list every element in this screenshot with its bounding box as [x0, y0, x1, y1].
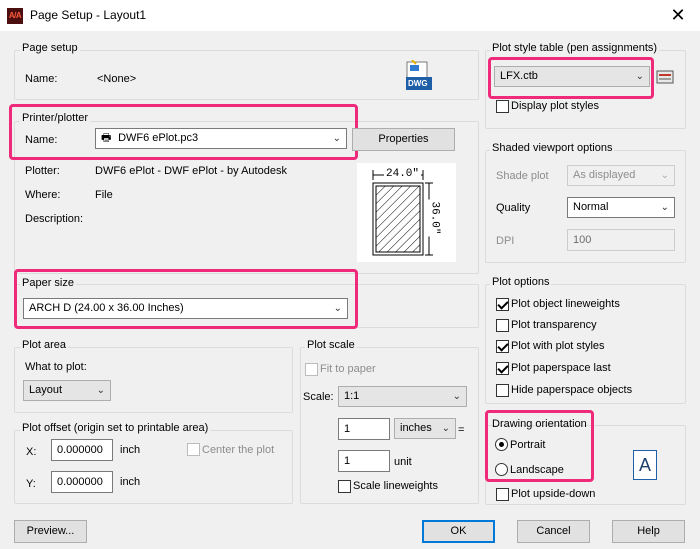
what-to-plot-value: Layout [29, 384, 63, 396]
printer-icon: 🖶 [101, 132, 112, 144]
chevron-down-icon: ⌄ [441, 423, 450, 434]
plot-style-value: LFX.ctb [500, 70, 538, 82]
landscape-label: Landscape [510, 464, 564, 476]
what-to-plot-dropdown[interactable]: Layout ⌄ [23, 380, 111, 401]
scale-label: Scale: [303, 391, 334, 403]
offset-x-input[interactable]: 0.000000 [51, 439, 113, 461]
paper-preview: 24.0″ 36.0″ [357, 163, 456, 262]
scale-unit-input[interactable]: 1 [338, 450, 390, 472]
scale-inches-input[interactable]: 1 [338, 418, 390, 440]
dpi-label: DPI [496, 235, 515, 247]
offset-x-label: X: [26, 446, 37, 458]
page-setup-name-value: <None> [97, 73, 137, 85]
drawing-orientation-label: Drawing orientation [492, 418, 587, 430]
paper-size-dropdown[interactable]: ARCH D (24.00 x 36.00 Inches) ⌄ [23, 298, 348, 319]
offset-x-unit: inch [120, 444, 141, 456]
printer-name-label: Name: [25, 134, 58, 146]
page-setup-name-label: Name: [25, 73, 58, 85]
shade-plot-label: Shade plot [496, 170, 549, 182]
preview-height-label: 36.0″ [428, 199, 441, 237]
chevron-down-icon: ⌄ [635, 71, 644, 82]
offset-y-label: Y: [26, 478, 36, 490]
what-to-plot-label: What to plot: [25, 361, 87, 373]
display-plot-styles-checkbox[interactable] [496, 100, 509, 113]
properties-button[interactable]: Properties [352, 128, 455, 151]
offset-y-unit: inch [120, 476, 141, 488]
plot-upside-down-label: Plot upside-down [511, 488, 596, 500]
fit-to-paper-label: Fit to paper [320, 363, 376, 375]
printer-name-dropdown[interactable]: 🖶 DWF6 ePlot.pc3 ⌄ [95, 128, 347, 149]
display-plot-styles-label: Display plot styles [511, 100, 600, 112]
hide-paperspace-objects-label: Hide paperspace objects [511, 384, 633, 396]
scale-unit-label: unit [394, 456, 412, 468]
plot-object-lineweights-checkbox[interactable] [496, 298, 509, 311]
autocad-app-icon: A/A [7, 8, 23, 24]
hide-paperspace-objects-checkbox[interactable] [496, 384, 509, 397]
plotter-value: DWF6 ePlot - DWF ePlot - by Autodesk [95, 165, 287, 177]
orientation-page-icon: A [633, 450, 657, 480]
description-label: Description: [25, 213, 84, 225]
title-bar: A/A Page Setup - Layout1 ✕ [0, 0, 700, 31]
plot-object-lineweights-label: Plot object lineweights [511, 298, 620, 310]
fit-to-paper-checkbox[interactable] [305, 363, 318, 376]
scale-value: 1:1 [344, 390, 360, 402]
window-title: Page Setup - Layout1 [30, 8, 147, 22]
plot-area-label: Plot area [20, 339, 69, 352]
dwg-file-icon: DWG [404, 59, 434, 92]
dwg-icon-text: DWG [408, 79, 428, 88]
quality-label: Quality [496, 202, 531, 214]
shaded-viewport-label: Shaded viewport options [490, 142, 615, 155]
chevron-down-icon: ⌄ [660, 202, 669, 213]
quality-value: Normal [573, 201, 609, 213]
shade-plot-dropdown[interactable]: As displayed ⌄ [567, 165, 675, 186]
plot-style-label: Plot style table (pen assignments) [490, 42, 660, 55]
landscape-radio[interactable] [495, 463, 508, 476]
plotter-label: Plotter: [25, 165, 60, 177]
plot-options-label: Plot options [490, 276, 552, 289]
plot-upside-down-checkbox[interactable] [496, 488, 509, 501]
chevron-down-icon: ⌄ [96, 385, 105, 396]
scale-dropdown[interactable]: 1:1 ⌄ [338, 386, 467, 407]
cancel-button[interactable]: Cancel [517, 520, 590, 543]
shade-plot-value: As displayed [573, 169, 636, 181]
plot-paperspace-last-checkbox[interactable] [496, 362, 509, 375]
chevron-down-icon: ⌄ [452, 391, 461, 402]
plot-with-plot-styles-checkbox[interactable] [496, 340, 509, 353]
edit-plot-style-icon[interactable] [655, 67, 675, 87]
portrait-label: Portrait [510, 439, 546, 451]
plot-scale-label: Plot scale [305, 339, 357, 352]
dpi-input[interactable]: 100 [567, 229, 675, 251]
printer-name-value: DWF6 ePlot.pc3 [118, 132, 199, 144]
plot-offset-label: Plot offset (origin set to printable are… [20, 422, 211, 435]
chevron-down-icon: ⌄ [660, 170, 669, 181]
equals-sign: = [458, 424, 465, 436]
scale-units-dropdown[interactable]: inches ⌄ [394, 418, 456, 439]
plot-paperspace-last-label: Plot paperspace last [511, 362, 611, 374]
where-label: Where: [25, 189, 61, 201]
scale-lineweights-checkbox[interactable] [338, 480, 351, 493]
preview-width-label: 24.0″ [384, 168, 422, 180]
quality-dropdown[interactable]: Normal ⌄ [567, 197, 675, 218]
center-plot-checkbox[interactable] [187, 443, 200, 456]
chevron-down-icon: ⌄ [333, 303, 342, 314]
plot-transparency-checkbox[interactable] [496, 319, 509, 332]
scale-units-value: inches [400, 422, 432, 434]
offset-y-input[interactable]: 0.000000 [51, 471, 113, 493]
plot-with-plot-styles-label: Plot with plot styles [511, 340, 605, 352]
paper-size-label: Paper size [20, 277, 76, 290]
center-plot-label: Center the plot [202, 444, 275, 456]
plot-transparency-label: Plot transparency [511, 319, 597, 331]
preview-button[interactable]: Preview... [14, 520, 87, 543]
page-setup-label: Page setup [20, 42, 80, 55]
scale-lineweights-label: Scale lineweights [353, 480, 438, 492]
ok-button[interactable]: OK [422, 520, 495, 543]
portrait-radio[interactable] [495, 438, 508, 451]
close-icon[interactable]: ✕ [663, 3, 693, 27]
printer-plotter-label: Printer/plotter [20, 112, 91, 125]
help-button[interactable]: Help [612, 520, 685, 543]
where-value: File [95, 189, 113, 201]
chevron-down-icon: ⌄ [332, 133, 341, 144]
paper-size-value: ARCH D (24.00 x 36.00 Inches) [29, 302, 184, 314]
plot-style-dropdown[interactable]: LFX.ctb ⌄ [494, 66, 650, 87]
